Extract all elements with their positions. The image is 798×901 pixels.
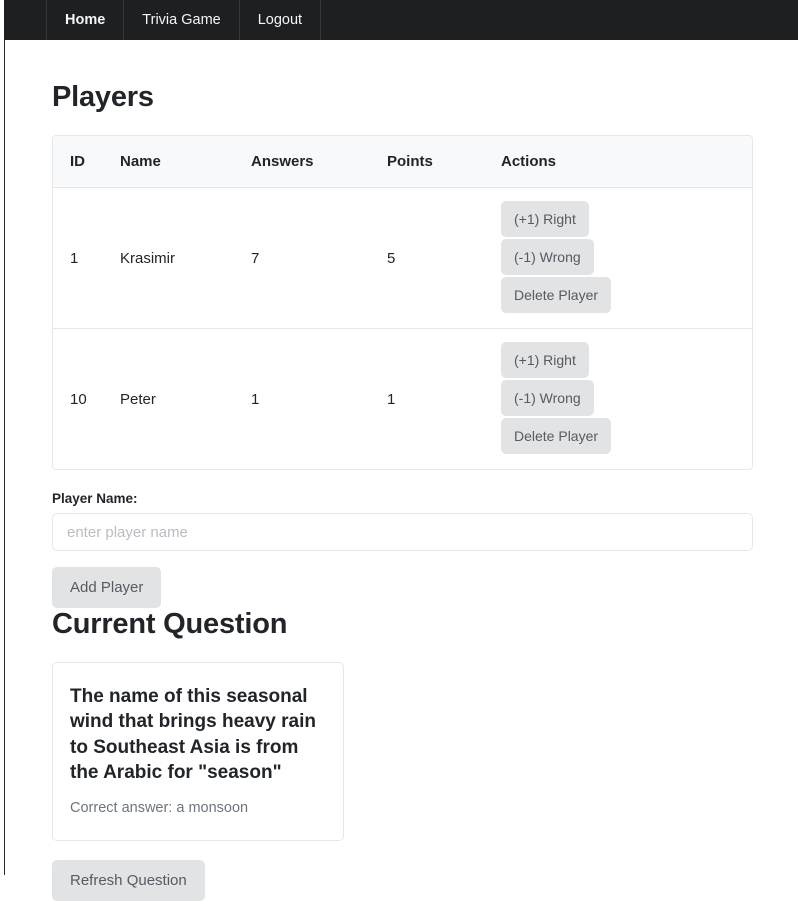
nav-item-trivia-game-label: Trivia Game (142, 13, 220, 28)
nav-item-logout[interactable]: Logout (240, 0, 321, 40)
cell-player-actions: (+1) Right (-1) Wrong Delete Player (501, 329, 753, 470)
column-header-points: Points (387, 136, 501, 188)
add-player-form: Player Name: Add Player (52, 491, 754, 608)
players-table-body: 1 Krasimir 7 5 (+1) Right (-1) Wrong Del… (53, 188, 753, 470)
table-row: 1 Krasimir 7 5 (+1) Right (-1) Wrong Del… (53, 188, 753, 329)
right-answer-button[interactable]: (+1) Right (501, 342, 589, 378)
right-answer-button[interactable]: (+1) Right (501, 201, 589, 237)
correct-answer-text: Correct answer: a monsoon (70, 799, 326, 818)
wrong-answer-button[interactable]: (-1) Wrong (501, 380, 594, 416)
column-header-name: Name (120, 136, 251, 188)
nav-item-home-label: Home (65, 13, 105, 28)
cell-player-id: 1 (53, 188, 120, 329)
delete-player-button[interactable]: Delete Player (501, 277, 611, 313)
page-left-rule (4, 40, 5, 875)
players-table-head: ID Name Answers Points Actions (53, 136, 753, 188)
wrong-answer-button[interactable]: (-1) Wrong (501, 239, 594, 275)
refresh-question-button[interactable]: Refresh Question (52, 860, 205, 901)
player-name-label: Player Name: (52, 491, 754, 506)
players-table-header-row: ID Name Answers Points Actions (53, 136, 753, 188)
players-table-container: ID Name Answers Points Actions 1 Krasimi… (52, 135, 753, 470)
current-question-card: The name of this seasonal wind that brin… (52, 662, 344, 841)
question-text: The name of this seasonal wind that brin… (70, 684, 326, 785)
table-row: 10 Peter 1 1 (+1) Right (-1) Wrong Delet… (53, 329, 753, 470)
column-header-answers: Answers (251, 136, 387, 188)
cell-player-id: 10 (53, 329, 120, 470)
players-table: ID Name Answers Points Actions 1 Krasimi… (53, 136, 753, 469)
nav-item-logout-label: Logout (258, 13, 302, 28)
player-action-buttons: (+1) Right (-1) Wrong Delete Player (501, 201, 639, 315)
add-player-button-wrap: Add Player (52, 567, 754, 608)
nav-item-trivia-game[interactable]: Trivia Game (124, 0, 239, 40)
player-name-input[interactable] (52, 513, 753, 551)
delete-player-button[interactable]: Delete Player (501, 418, 611, 454)
cell-player-actions: (+1) Right (-1) Wrong Delete Player (501, 188, 753, 329)
refresh-question-wrap: Refresh Question (52, 860, 754, 901)
add-player-button[interactable]: Add Player (52, 567, 161, 608)
navbar-left-spacer (4, 0, 47, 40)
page-title-current-question: Current Question (52, 608, 754, 641)
column-header-actions: Actions (501, 136, 753, 188)
cell-player-name: Krasimir (120, 188, 251, 329)
navbar-empty-area (321, 0, 798, 40)
column-header-id: ID (53, 136, 120, 188)
cell-player-points: 5 (387, 188, 501, 329)
page-title-players: Players (52, 40, 754, 114)
page-content: Players ID Name Answers Points Actions 1… (52, 40, 754, 901)
player-action-buttons: (+1) Right (-1) Wrong Delete Player (501, 342, 639, 456)
main-navbar: Home Trivia Game Logout (4, 0, 798, 40)
nav-item-home[interactable]: Home (47, 0, 124, 40)
cell-player-name: Peter (120, 329, 251, 470)
cell-player-answers: 1 (251, 329, 387, 470)
cell-player-answers: 7 (251, 188, 387, 329)
cell-player-points: 1 (387, 329, 501, 470)
